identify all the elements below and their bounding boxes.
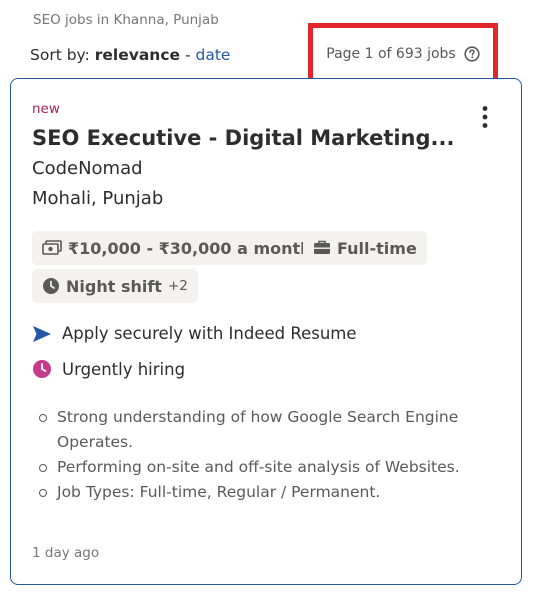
apply-text: Apply securely with Indeed Resume bbox=[62, 324, 357, 343]
shift-more-count: +2 bbox=[167, 278, 188, 294]
salary-text: ₹10,000 - ₹30,000 a month bbox=[68, 238, 312, 258]
sort-relevance: relevance bbox=[94, 46, 181, 64]
shift-text: Night shift bbox=[66, 276, 162, 296]
more-vertical-icon bbox=[482, 106, 488, 128]
urgent-text: Urgently hiring bbox=[62, 359, 186, 379]
new-badge: new bbox=[32, 101, 60, 117]
page-count-text: Page 1 of 693 jobs bbox=[326, 46, 456, 62]
clock-icon bbox=[43, 278, 59, 294]
salary-tag: ₹10,000 - ₹30,000 a month bbox=[32, 231, 322, 265]
sort-controls: Sort by: relevance - date bbox=[30, 46, 230, 64]
company-name: CodeNomad bbox=[32, 158, 143, 179]
breadcrumb: SEO jobs in Khanna, Punjab bbox=[33, 12, 219, 28]
sort-separator: - bbox=[184, 46, 191, 64]
send-arrow-icon bbox=[33, 325, 51, 342]
urgent-clock-icon bbox=[33, 360, 51, 378]
money-icon bbox=[42, 240, 62, 255]
sort-prefix: Sort by: bbox=[30, 46, 90, 64]
easy-apply-feature: Apply securely with Indeed Resume bbox=[32, 324, 357, 343]
shift-tag: Night shift +2 bbox=[32, 269, 198, 303]
job-type-text: Full-time bbox=[337, 238, 417, 258]
sort-date-link[interactable]: date bbox=[196, 46, 231, 64]
more-options-button[interactable] bbox=[475, 103, 495, 131]
job-snippet: Strong understanding of how Google Searc… bbox=[37, 405, 477, 505]
list-item: Job Types: Full-time, Regular / Permanen… bbox=[37, 480, 477, 505]
list-item: Strong understanding of how Google Searc… bbox=[37, 405, 477, 455]
job-location: Mohali, Punjab bbox=[32, 188, 164, 209]
job-title[interactable]: SEO Executive - Digital Marketing... bbox=[32, 126, 454, 150]
urgent-feature: Urgently hiring bbox=[32, 359, 185, 379]
job-card[interactable]: new SEO Executive - Digital Marketing...… bbox=[10, 78, 522, 585]
job-type-tag: Full-time bbox=[303, 231, 427, 265]
help-icon[interactable] bbox=[464, 46, 480, 62]
briefcase-icon bbox=[314, 240, 330, 254]
posted-date: 1 day ago bbox=[32, 545, 100, 561]
list-item: Performing on-site and off-site analysis… bbox=[37, 455, 477, 480]
page-count: Page 1 of 693 jobs bbox=[308, 23, 498, 85]
